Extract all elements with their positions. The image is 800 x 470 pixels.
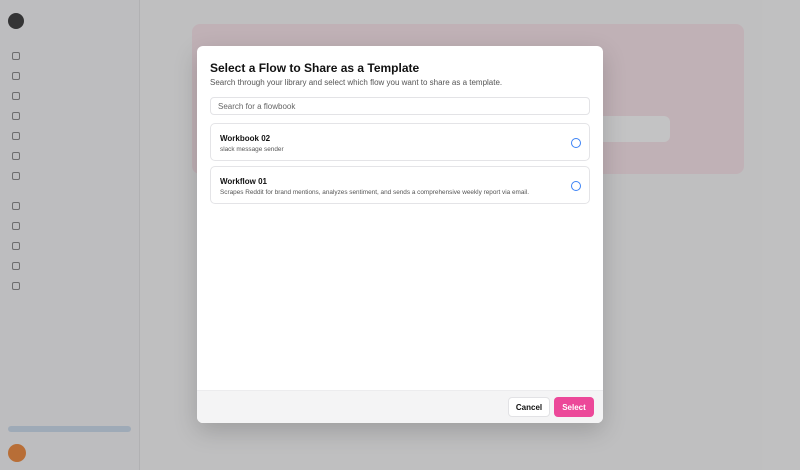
flow-description: Scrapes Reddit for brand mentions, analy… — [220, 189, 530, 196]
modal-subtitle: Search through your library and select w… — [210, 78, 503, 87]
flow-option[interactable]: Workbook 02 slack message sender — [210, 123, 590, 161]
radio-unchecked-icon[interactable] — [571, 181, 581, 191]
modal-title: Select a Flow to Share as a Template — [210, 61, 420, 75]
flow-option[interactable]: Workflow 01 Scrapes Reddit for brand men… — [210, 166, 590, 204]
flow-name: Workflow 01 — [220, 177, 267, 186]
cancel-button[interactable]: Cancel — [508, 397, 550, 417]
select-button[interactable]: Select — [554, 397, 594, 417]
flow-description: slack message sender — [220, 146, 284, 153]
share-template-modal: Select a Flow to Share as a Template Sea… — [197, 46, 603, 423]
modal-footer: Cancel Select — [197, 390, 603, 423]
radio-unchecked-icon[interactable] — [571, 138, 581, 148]
flow-search-input[interactable] — [210, 97, 590, 115]
flow-name: Workbook 02 — [220, 134, 271, 143]
